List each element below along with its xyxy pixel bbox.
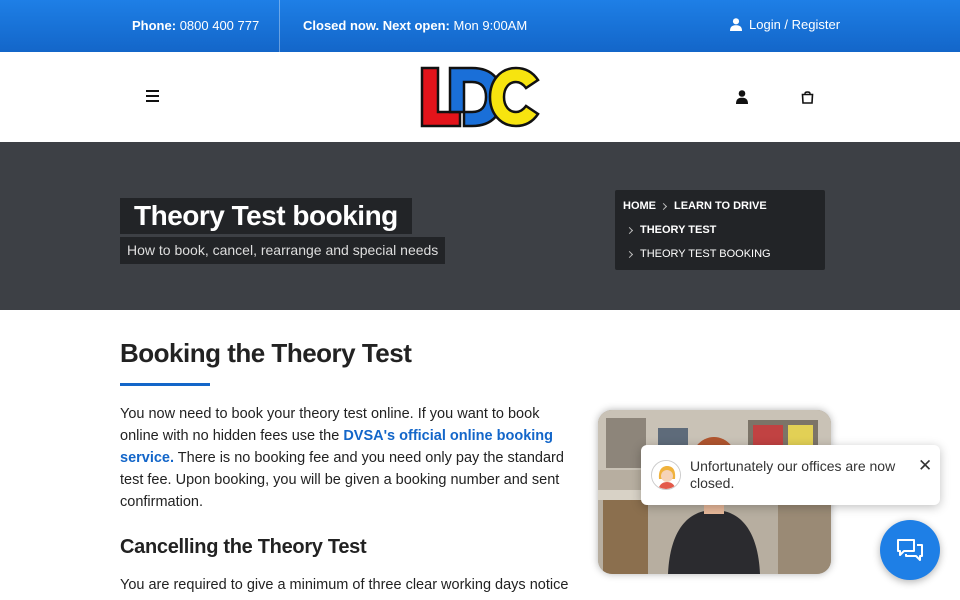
login-register-label: Login / Register — [749, 17, 841, 32]
open-chat-button[interactable] — [880, 520, 940, 580]
ldc-logo[interactable] — [420, 66, 542, 128]
agent-avatar — [651, 460, 681, 490]
chevron-right-icon — [625, 226, 634, 234]
shopping-bag-icon[interactable] — [801, 90, 814, 104]
page-hero-banner: Theory Test booking How to book, cancel,… — [0, 142, 960, 310]
breadcrumb-current: THEORY TEST BOOKING — [640, 248, 771, 260]
heading-underline — [120, 383, 210, 386]
account-icon[interactable] — [736, 90, 748, 104]
login-register-link[interactable]: Login / Register — [730, 17, 840, 32]
hours-label: Closed now. Next open: — [303, 18, 450, 33]
top-info-bar: Phone: 0800 400 777 Closed now. Next ope… — [0, 0, 960, 52]
section-heading: Booking the Theory Test — [120, 338, 412, 368]
phone-info[interactable]: Phone: 0800 400 777 — [132, 18, 259, 33]
site-header — [0, 52, 960, 142]
booking-paragraph: You now need to book your theory test on… — [120, 403, 580, 513]
chevron-right-icon — [659, 202, 668, 210]
opening-hours: Closed now. Next open: Mon 9:00AM — [303, 18, 527, 33]
user-icon — [730, 18, 742, 31]
breadcrumb-home[interactable]: HOME — [623, 200, 656, 212]
cancelling-heading: Cancelling the Theory Test — [120, 536, 367, 558]
topbar-divider — [279, 0, 280, 52]
chat-notification[interactable]: Unfortunately our offices are now closed… — [641, 445, 940, 505]
cancelling-paragraph: You are required to give a minimum of th… — [120, 577, 569, 593]
hamburger-menu-icon[interactable] — [146, 90, 159, 103]
breadcrumb-theory-test[interactable]: THEORY TEST — [640, 224, 716, 236]
chat-message: Unfortunately our offices are now closed… — [690, 458, 896, 491]
breadcrumb: HOME LEARN TO DRIVE THEORY TEST THEORY T… — [615, 190, 825, 270]
hours-value: Mon 9:00AM — [453, 18, 528, 33]
chat-bubbles-icon — [897, 539, 923, 561]
phone-label: Phone: — [132, 18, 177, 33]
chevron-right-icon — [625, 250, 634, 258]
close-icon[interactable]: ✕ — [918, 457, 932, 474]
page-subtitle: How to book, cancel, rearrange and speci… — [120, 237, 446, 264]
breadcrumb-learn-to-drive[interactable]: LEARN TO DRIVE — [674, 200, 767, 212]
booking-text-2: There is no booking fee and you need onl… — [120, 450, 564, 510]
page-title: Theory Test booking — [120, 198, 412, 234]
phone-number[interactable]: 0800 400 777 — [180, 18, 260, 33]
